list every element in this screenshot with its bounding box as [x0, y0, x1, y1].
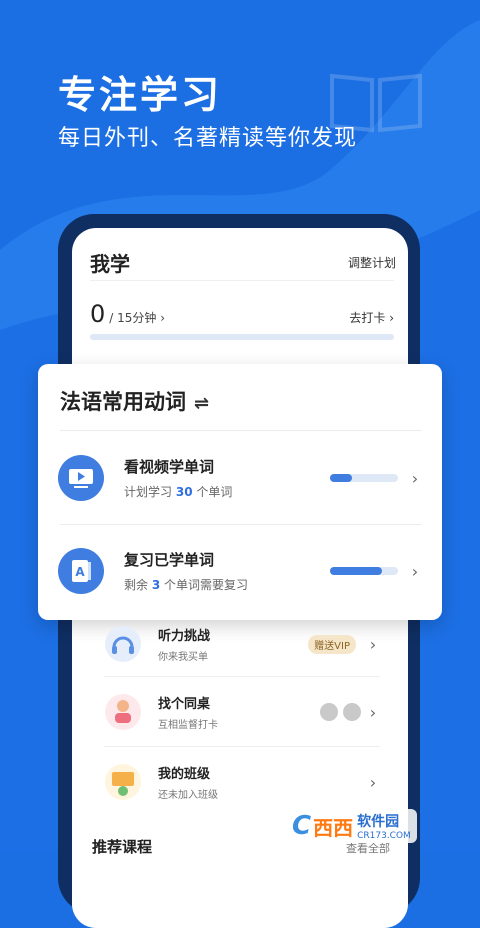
- class-illustration-icon: [105, 764, 141, 800]
- chevron-right-icon: ›: [411, 468, 419, 488]
- course-card: 法语常用动词 ⇌ 看视频学单词 计划学习 30 个单词 › A 复习已学单词 剩…: [38, 364, 442, 620]
- daily-progress-row: 0/ 15分钟 › 去打卡 ›: [90, 300, 394, 328]
- chevron-right-icon: ›: [369, 634, 377, 654]
- task-progress-bar: [330, 567, 398, 575]
- task-word-count: 30: [175, 485, 193, 499]
- list-item-listening-challenge[interactable]: 听力挑战 你来我买单 赠送VIP ›: [104, 614, 380, 674]
- list-divider: [104, 676, 380, 677]
- list-item-name: 听力挑战: [158, 629, 211, 644]
- list-item-desc: 你来我买单: [158, 652, 208, 663]
- headphones-illustration-icon: [105, 626, 141, 662]
- list-item-text: 我的班级 还未加入班级: [158, 763, 366, 801]
- avatar: [343, 703, 361, 721]
- watermark-text: 软件园 CR173.COM: [357, 811, 411, 841]
- recommend-courses-title: 推荐课程: [92, 838, 153, 856]
- task-progress-fill: [330, 567, 383, 575]
- course-title: 法语常用动词: [60, 390, 186, 414]
- chevron-right-icon: ›: [369, 702, 377, 722]
- progress-readout: 0/ 15分钟 ›: [90, 300, 165, 328]
- task-review-words[interactable]: A 复习已学单词 剩余 3 个单词需要复习 ›: [58, 531, 422, 611]
- task-desc-prefix: 剩余: [124, 578, 149, 592]
- header-divider: [90, 280, 394, 281]
- watermark-domain: CR173.COM: [357, 831, 411, 841]
- hero-title: 专注学习: [58, 73, 223, 117]
- adjust-plan-link[interactable]: 调整计划: [348, 254, 396, 271]
- list-item-find-deskmate[interactable]: 找个同桌 互相监督打卡 ›: [104, 682, 380, 742]
- page-title: 我学: [90, 252, 130, 276]
- course-title-row[interactable]: 法语常用动词 ⇌: [60, 386, 209, 416]
- list-item-name: 找个同桌: [158, 697, 211, 712]
- swap-icon[interactable]: ⇌: [194, 393, 209, 414]
- task-desc-suffix: 个单词: [196, 485, 233, 499]
- task-video-words[interactable]: 看视频学单词 计划学习 30 个单词 ›: [58, 438, 422, 518]
- task-progress-fill: [330, 474, 353, 482]
- checkin-link[interactable]: 去打卡 ›: [349, 309, 394, 326]
- task-desc: 计划学习 30 个单词: [124, 483, 330, 500]
- avatar: [320, 703, 338, 721]
- list-item-text: 听力挑战 你来我买单: [158, 625, 308, 663]
- screen-header: 我学 调整计划: [90, 248, 396, 277]
- watermark-brand: 软件园: [357, 814, 400, 830]
- watermark-c-mark: C: [292, 811, 312, 841]
- progress-goal[interactable]: / 15分钟 ›: [109, 311, 165, 325]
- task-text: 复习已学单词 剩余 3 个单词需要复习: [124, 549, 330, 593]
- task-desc: 剩余 3 个单词需要复习: [124, 576, 330, 593]
- task-progress-bar: [330, 474, 398, 482]
- card-divider: [60, 430, 422, 431]
- watermark-name: 西西: [313, 815, 354, 840]
- vocabulary-book-icon: A: [58, 548, 104, 594]
- list-divider: [104, 746, 380, 747]
- task-text: 看视频学单词 计划学习 30 个单词: [124, 456, 330, 500]
- list-item-desc: 还未加入班级: [158, 790, 218, 801]
- watermark: C 西西 软件园 CR173.COM: [286, 802, 466, 850]
- hero-subtitle: 每日外刊、名著精读等你发现: [58, 126, 358, 151]
- vip-gift-badge: 赠送VIP: [308, 634, 356, 654]
- progress-value: 0: [90, 300, 106, 328]
- list-item-name: 我的班级: [158, 767, 211, 782]
- list-item-text: 找个同桌 互相监督打卡: [158, 693, 320, 731]
- card-divider: [60, 524, 422, 525]
- task-desc-prefix: 计划学习: [124, 485, 173, 499]
- task-desc-suffix: 个单词需要复习: [164, 578, 249, 592]
- task-word-count: 3: [151, 578, 161, 592]
- list-item-desc: 互相监督打卡: [158, 720, 218, 731]
- watermark-logo: C 西西 软件园 CR173.COM: [286, 809, 417, 843]
- daily-goal-bar: [90, 334, 394, 340]
- chevron-right-icon: ›: [369, 772, 377, 792]
- svg-text:A: A: [75, 565, 85, 579]
- task-name: 复习已学单词: [124, 551, 215, 569]
- chevron-right-icon: ›: [411, 561, 419, 581]
- task-name: 看视频学单词: [124, 458, 215, 476]
- video-icon: [58, 455, 104, 501]
- deskmate-illustration-icon: [105, 694, 141, 730]
